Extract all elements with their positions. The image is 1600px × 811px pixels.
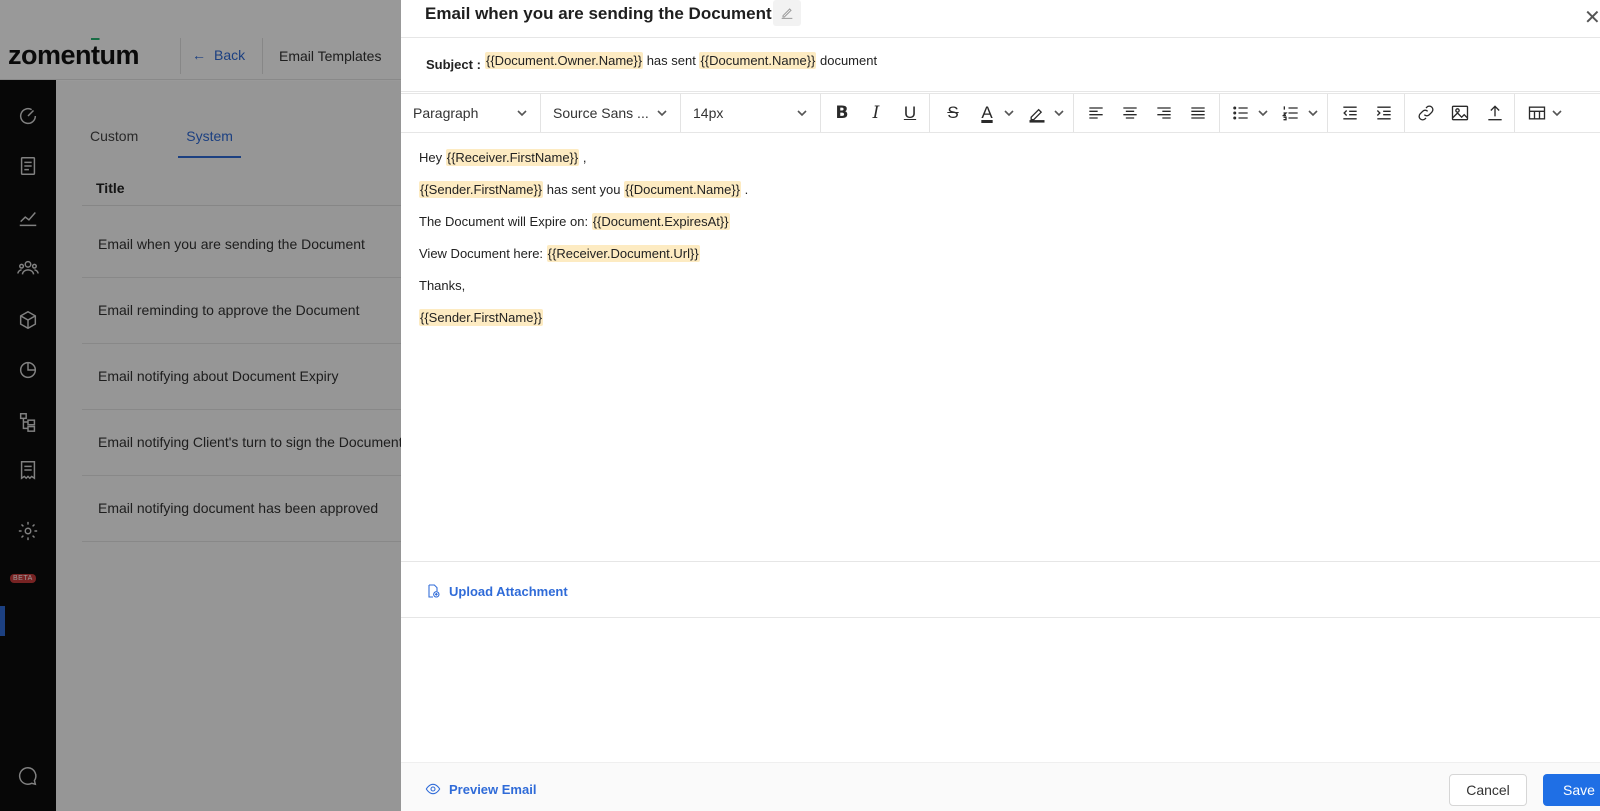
- chevron-down-icon[interactable]: [1003, 106, 1015, 118]
- body-text: ,: [579, 150, 587, 165]
- preview-email-label: Preview Email: [449, 781, 537, 797]
- save-button[interactable]: Save: [1543, 774, 1600, 806]
- subject-text: document: [816, 53, 878, 68]
- image-icon[interactable]: [1446, 100, 1474, 126]
- body-text: has sent you: [543, 182, 625, 197]
- merge-tag: {{Document.Name}}: [699, 52, 817, 69]
- strikethrough-icon[interactable]: S: [939, 100, 967, 126]
- merge-tag: {{Sender.FirstName}}: [419, 309, 544, 326]
- chevron-down-icon: [796, 106, 808, 118]
- body-line: The Document will Expire on: {{Document.…: [419, 213, 730, 230]
- merge-tag: {{Receiver.Document.Url}}: [546, 245, 700, 262]
- underline-icon[interactable]: U: [896, 100, 924, 126]
- highlight-color-icon[interactable]: [1023, 100, 1051, 126]
- align-left-icon[interactable]: [1082, 100, 1110, 126]
- numbered-list-icon[interactable]: [1277, 100, 1305, 126]
- bullet-list-icon[interactable]: [1227, 100, 1255, 126]
- chevron-down-icon[interactable]: [1307, 106, 1319, 118]
- attachment-file-icon: [428, 584, 440, 598]
- text-color-icon[interactable]: A: [973, 100, 1001, 126]
- preview-email-button[interactable]: Preview Email: [425, 781, 536, 797]
- body-text: .: [741, 182, 749, 197]
- edit-title-button[interactable]: [773, 0, 801, 26]
- link-icon[interactable]: [1412, 100, 1440, 126]
- outdent-icon[interactable]: [1336, 100, 1364, 126]
- font-size-value: 14px: [693, 105, 724, 121]
- chevron-down-icon[interactable]: [1551, 106, 1563, 118]
- align-center-icon[interactable]: [1116, 100, 1144, 126]
- body-text: The Document will Expire on:: [419, 214, 592, 229]
- block-format-select[interactable]: Paragraph: [401, 94, 541, 132]
- upload-icon[interactable]: [1481, 100, 1509, 126]
- font-size-select[interactable]: 14px: [681, 94, 821, 132]
- body-line: {{Sender.FirstName}}: [419, 309, 544, 326]
- block-format-value: Paragraph: [413, 105, 479, 121]
- drawer-footer: Preview Email Cancel Save: [401, 762, 1600, 811]
- body-line: Thanks,: [419, 278, 465, 293]
- body-line: Hey {{Receiver.FirstName}} ,: [419, 149, 587, 166]
- chevron-down-icon[interactable]: [1257, 106, 1269, 118]
- chevron-down-icon: [656, 106, 668, 118]
- email-template-drawer: Email when you are sending the Document …: [401, 0, 1600, 811]
- align-justify-icon[interactable]: [1184, 100, 1212, 126]
- merge-tag: {{Document.Owner.Name}}: [485, 52, 644, 69]
- align-right-icon[interactable]: [1150, 100, 1178, 126]
- italic-icon[interactable]: I: [862, 100, 890, 126]
- attachment-row: Upload Attachment: [401, 563, 1600, 618]
- drawer-title: Email when you are sending the Document: [425, 4, 772, 23]
- indent-icon[interactable]: [1370, 100, 1398, 126]
- toolbar-divider: [1327, 94, 1328, 132]
- body-line: {{Sender.FirstName}} has sent you {{Docu…: [419, 181, 749, 198]
- body-text: Thanks,: [419, 278, 466, 293]
- editor-toolbar: Paragraph Source Sans ... 14px B I U S A: [401, 93, 1600, 133]
- pencil-icon: [781, 8, 793, 19]
- table-icon[interactable]: [1523, 100, 1551, 126]
- body-text: View Document here:: [419, 246, 547, 261]
- font-family-select[interactable]: Source Sans ...: [541, 94, 681, 132]
- merge-tag: {{Document.ExpiresAt}}: [591, 213, 730, 230]
- chevron-down-icon[interactable]: [1053, 106, 1065, 118]
- chevron-down-icon: [516, 106, 528, 118]
- toolbar-divider: [929, 94, 930, 132]
- merge-tag: {{Sender.FirstName}}: [419, 181, 544, 198]
- body-line: View Document here: {{Receiver.Document.…: [419, 245, 700, 262]
- subject-input[interactable]: {{Document.Owner.Name}} has sent {{Docum…: [485, 52, 878, 69]
- upload-attachment-button[interactable]: Upload Attachment: [425, 583, 568, 599]
- font-family-value: Source Sans ...: [553, 105, 649, 121]
- subject-row: Subject : {{Document.Owner.Name}} has se…: [401, 38, 1600, 92]
- eye-icon: [425, 783, 441, 795]
- upload-attachment-label: Upload Attachment: [449, 583, 568, 599]
- toolbar-divider: [1219, 94, 1220, 132]
- body-text: Hey: [419, 150, 446, 165]
- drawer-header: Email when you are sending the Document …: [401, 0, 1600, 38]
- subject-text: has sent: [643, 53, 700, 68]
- close-icon[interactable]: ✕: [1584, 8, 1600, 28]
- cancel-button[interactable]: Cancel: [1449, 774, 1527, 806]
- email-body-editor[interactable]: Hey {{Receiver.FirstName}} , {{Sender.Fi…: [401, 134, 1600, 562]
- toolbar-divider: [1404, 94, 1405, 132]
- merge-tag: {{Receiver.FirstName}}: [445, 149, 580, 166]
- subject-label: Subject :: [426, 57, 481, 72]
- merge-tag: {{Document.Name}}: [624, 181, 741, 198]
- toolbar-divider: [1073, 94, 1074, 132]
- toolbar-divider: [1514, 94, 1515, 132]
- bold-icon[interactable]: B: [828, 100, 856, 126]
